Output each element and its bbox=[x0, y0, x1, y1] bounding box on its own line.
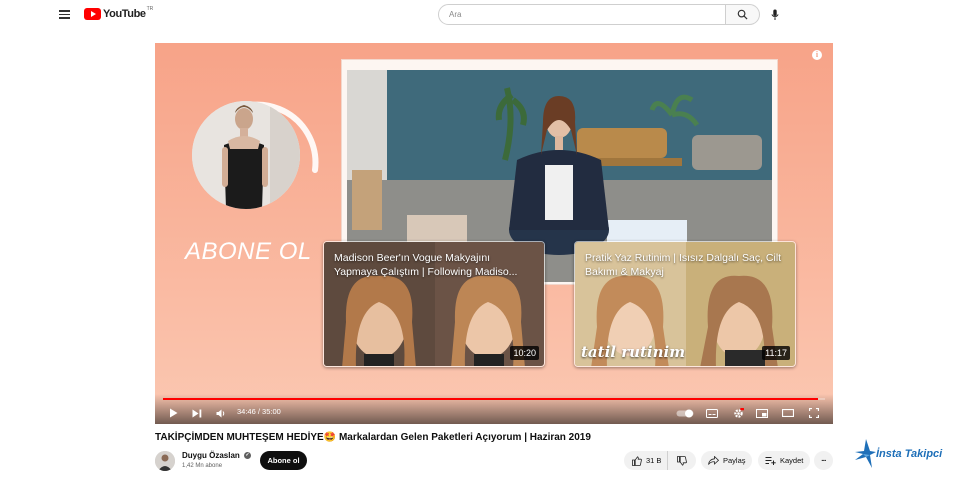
thumbs-down-icon bbox=[677, 455, 687, 466]
like-button[interactable]: 31 B bbox=[624, 451, 668, 470]
subscribe-button[interactable]: Abone ol bbox=[260, 451, 307, 470]
info-icon[interactable]: i bbox=[812, 50, 822, 60]
channel-avatar-large[interactable] bbox=[192, 101, 300, 209]
fullscreen-icon bbox=[809, 408, 819, 418]
insta-takipci-watermark-logo: İnsta Takipci bbox=[852, 436, 952, 470]
like-dislike-group: 31 B bbox=[624, 451, 696, 470]
microphone-icon bbox=[770, 9, 779, 20]
channel-name-text: Duygu Özaslan bbox=[182, 451, 240, 460]
search-input[interactable]: Ara bbox=[438, 4, 726, 25]
search-button[interactable] bbox=[726, 4, 760, 25]
play-icon bbox=[169, 408, 177, 418]
autoplay-toggle[interactable] bbox=[675, 406, 695, 420]
theater-mode-button[interactable] bbox=[781, 406, 795, 420]
share-label: Paylaş bbox=[723, 456, 746, 465]
add-to-playlist-icon bbox=[765, 457, 776, 465]
thumbs-up-icon bbox=[632, 455, 642, 466]
subscribe-overlay-text[interactable]: ABONE OL bbox=[185, 238, 312, 266]
settings-button[interactable] bbox=[731, 406, 745, 420]
more-actions-button[interactable]: ··· bbox=[814, 451, 833, 470]
progress-bar[interactable] bbox=[163, 398, 825, 400]
search-bar: Ara bbox=[438, 4, 760, 25]
subtitles-button[interactable] bbox=[705, 406, 719, 420]
verified-badge-icon: ✓ bbox=[244, 452, 252, 460]
endcard-video-1[interactable]: Madison Beer'ın Vogue Makyajını Yapmaya … bbox=[323, 241, 545, 367]
endcard-duration-1: 10:20 bbox=[510, 346, 539, 360]
person-photo-icon bbox=[192, 101, 300, 209]
like-count: 31 B bbox=[646, 456, 662, 465]
top-bar: YouTube TR Ara bbox=[0, 0, 960, 30]
progress-fill bbox=[163, 398, 819, 400]
country-code: TR bbox=[146, 6, 154, 12]
endcard-title-2: Pratik Yaz Rutinim | Isısız Dalgalı Saç,… bbox=[585, 252, 782, 278]
subscriber-count: 1,42 Mn abone bbox=[182, 463, 223, 469]
next-button[interactable] bbox=[191, 406, 203, 420]
more-icon: ··· bbox=[821, 456, 826, 465]
save-button[interactable]: Kaydet bbox=[758, 451, 810, 470]
volume-button[interactable] bbox=[215, 406, 227, 420]
search-icon bbox=[737, 9, 748, 20]
youtube-play-icon bbox=[84, 8, 101, 20]
miniplayer-icon bbox=[756, 408, 768, 418]
share-icon bbox=[708, 456, 719, 465]
skip-next-icon bbox=[192, 409, 202, 417]
channel-avatar[interactable] bbox=[155, 451, 175, 471]
youtube-logo[interactable]: YouTube TR bbox=[84, 6, 154, 20]
miniplayer-button[interactable] bbox=[755, 406, 769, 420]
autoplay-toggle-icon bbox=[676, 409, 694, 417]
video-player[interactable]: i ABONE OL Madison Beer'ın Vogue Makyajı… bbox=[155, 43, 833, 424]
play-button[interactable] bbox=[167, 406, 179, 420]
share-button[interactable]: Paylaş bbox=[701, 451, 752, 470]
gear-icon bbox=[733, 407, 744, 418]
watermark-text: İnsta Takipci bbox=[876, 448, 943, 460]
player-controls: 34:46 / 35:00 bbox=[155, 394, 833, 424]
channel-name[interactable]: Duygu Özaslan ✓ bbox=[182, 451, 252, 460]
video-title: TAKİPÇİMDEN MUHTEŞEM HEDİYE🤩 Markalardan… bbox=[155, 432, 591, 443]
logo-text: YouTube bbox=[103, 8, 146, 20]
save-label: Kaydet bbox=[780, 456, 804, 465]
hamburger-menu-icon[interactable] bbox=[59, 10, 70, 19]
endcard-duration-2: 11:17 bbox=[762, 346, 790, 360]
fullscreen-button[interactable] bbox=[807, 406, 821, 420]
dislike-button[interactable] bbox=[668, 451, 696, 470]
subtitles-icon bbox=[706, 408, 718, 418]
channel-avatar-icon bbox=[155, 451, 175, 471]
voice-search-button[interactable] bbox=[766, 6, 783, 23]
endcard-overlay-text-2: tatil rutinim bbox=[581, 343, 686, 361]
endcard-title-1: Madison Beer'ın Vogue Makyajını Yapmaya … bbox=[334, 252, 518, 278]
endcard-video-2[interactable]: Pratik Yaz Rutinim | Isısız Dalgalı Saç,… bbox=[574, 241, 796, 367]
theater-mode-icon bbox=[782, 409, 794, 417]
time-display: 34:46 / 35:00 bbox=[237, 407, 281, 416]
volume-icon bbox=[216, 409, 225, 417]
